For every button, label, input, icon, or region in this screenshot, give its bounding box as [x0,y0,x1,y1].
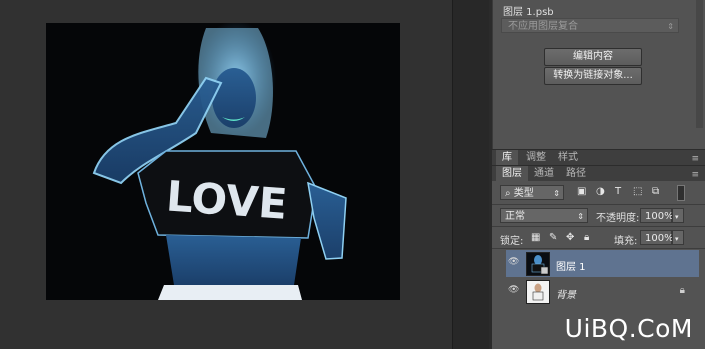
layer-thumbnail [526,280,550,304]
blend-mode-label: 正常 [505,211,525,222]
layer-comp-placeholder: 不应用图层复合 [508,21,578,32]
layer-comp-select[interactable]: 不应用图层复合 ⇕ [501,18,679,33]
layer-thumbnail [526,252,550,276]
lock-image-pixels-icon[interactable]: ✎ [549,232,557,243]
inverted-photo: LOVE [46,23,400,300]
select-arrows-icon: ⇕ [667,22,674,31]
tab-styles[interactable]: 样式 [552,150,584,166]
select-arrows-icon: ⇕ [553,189,560,198]
tab-layers[interactable]: 图层 [496,166,528,182]
opacity-dropdown-button[interactable]: ▾ [672,208,684,223]
layer-name: 背景 [556,290,576,301]
layer-name: 图层 1 [556,262,586,273]
layer-filter-label: 类型 [513,188,534,199]
properties-panel: 图层 1.psb 不应用图层复合 ⇕ 编辑内容 转换为链接对象... [492,0,705,149]
lock-position-icon[interactable]: ✥ [566,232,574,243]
layer-row-background[interactable]: 👁︎ 背景 🔒︎ [506,278,699,305]
visibility-eye-icon[interactable]: 👁︎ [508,258,519,267]
tab-channels[interactable]: 通道 [528,166,560,182]
shirt-love-text: LOVE [165,172,289,229]
layer-filter-select[interactable]: ⌕ 类型 ⇕ [500,185,564,200]
lock-label: 锁定: [500,236,524,247]
tab-adjustments[interactable]: 调整 [520,150,552,166]
fill-label: 填充: [614,236,638,247]
tab-library[interactable]: 库 [496,150,518,166]
lock-all-icon[interactable]: 🔒︎ [584,232,589,243]
filter-toggle-switch[interactable] [677,185,685,201]
layer-thumbnail-image [531,255,549,275]
canvas-workspace[interactable]: LOVE [0,0,452,349]
search-icon: ⌕ [505,188,511,199]
layers-panel-tabs: 图层 通道 路径 ≡ [492,165,705,182]
select-arrows-icon: ⇕ [577,212,584,221]
convert-to-linked-button[interactable]: 转换为链接对象... [544,67,642,85]
divider [492,204,705,205]
divider [492,226,705,227]
fill-input[interactable]: 100% [640,230,674,245]
adjustment-filter-icon[interactable]: ◑ [596,186,605,197]
opacity-label: 不透明度: [596,213,640,224]
watermark: UiBQ.CoM [564,314,693,343]
lock-transparent-pixels-icon[interactable]: ▦ [531,232,540,243]
opacity-input[interactable]: 100% [640,208,674,223]
layers-panel-menu-icon[interactable]: ≡ [691,170,699,180]
properties-scrollbar[interactable] [696,0,703,128]
divider [492,248,705,249]
edit-contents-button[interactable]: 编辑内容 [544,48,642,66]
smart-object-filter-icon[interactable]: ⧉ [652,186,659,197]
chevron-down-icon: ▾ [675,213,679,221]
pixel-filter-icon[interactable]: ▣ [577,186,586,197]
chevron-down-icon: ▾ [675,235,679,243]
fill-dropdown-button[interactable]: ▾ [672,230,684,245]
lock-icon: 🔒︎ [679,285,685,296]
shape-filter-icon[interactable]: ⬚ [633,186,642,197]
panel-menu-icon[interactable]: ≡ [691,154,699,164]
document-canvas[interactable]: LOVE [46,23,400,300]
blend-mode-select[interactable]: 正常 ⇕ [500,208,588,223]
tab-paths[interactable]: 路径 [560,166,592,182]
panel-gutter [452,0,489,349]
type-filter-icon[interactable]: T [615,186,621,197]
top-panel-tabs: 库 调整 样式 ≡ [492,149,705,166]
smart-object-name: 图层 1.psb [503,7,554,18]
visibility-eye-icon[interactable]: 👁︎ [508,286,519,295]
layer-row-layer1[interactable]: 👁︎ 图层 1 [506,250,699,277]
layer-thumbnail-image [532,283,544,301]
